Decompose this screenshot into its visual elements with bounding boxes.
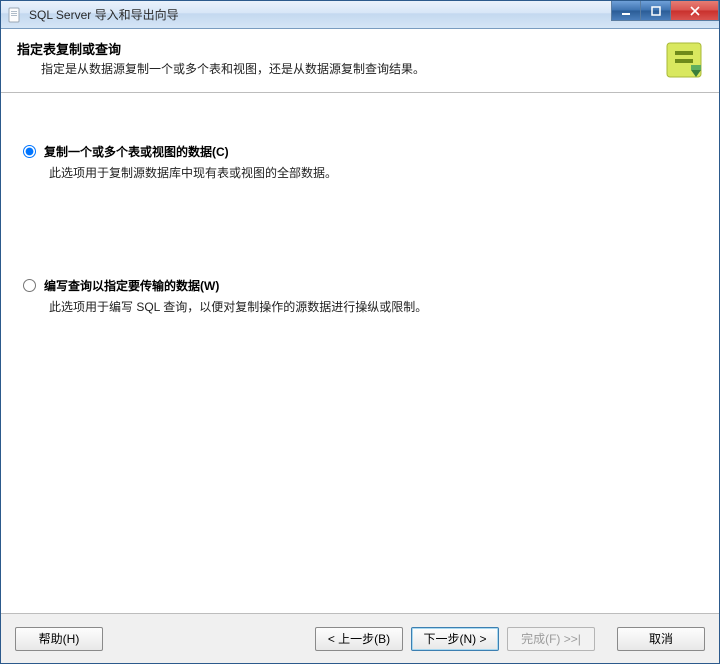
option-write-query: 编写查询以指定要传输的数据(W) 此选项用于编写 SQL 查询，以便对复制操作的… bbox=[23, 277, 697, 315]
option-copy-tables: 复制一个或多个表或视图的数据(C) 此选项用于复制源数据库中现有表或视图的全部数… bbox=[23, 143, 697, 181]
option-copy-label: 复制一个或多个表或视图的数据(C) bbox=[44, 143, 229, 160]
option-query-desc: 此选项用于编写 SQL 查询，以便对复制操作的源数据进行操纵或限制。 bbox=[49, 298, 697, 315]
option-query-row[interactable]: 编写查询以指定要传输的数据(W) bbox=[23, 277, 697, 294]
option-query-label: 编写查询以指定要传输的数据(W) bbox=[44, 277, 219, 294]
back-button[interactable]: < 上一步(B) bbox=[315, 627, 403, 651]
titlebar: SQL Server 导入和导出向导 bbox=[1, 1, 719, 29]
help-button[interactable]: 帮助(H) bbox=[15, 627, 103, 651]
close-button[interactable] bbox=[671, 1, 719, 21]
next-button[interactable]: 下一步(N) > bbox=[411, 627, 499, 651]
wizard-icon bbox=[661, 37, 707, 83]
minimize-button[interactable] bbox=[611, 1, 641, 21]
wizard-window: SQL Server 导入和导出向导 指定表复制或查询 指定是从数据源复制一个或… bbox=[0, 0, 720, 664]
finish-button: 完成(F) >>| bbox=[507, 627, 595, 651]
window-title: SQL Server 导入和导出向导 bbox=[29, 6, 179, 23]
cancel-button[interactable]: 取消 bbox=[617, 627, 705, 651]
content-area: 复制一个或多个表或视图的数据(C) 此选项用于复制源数据库中现有表或视图的全部数… bbox=[1, 93, 719, 613]
window-controls bbox=[611, 1, 719, 21]
wizard-header: 指定表复制或查询 指定是从数据源复制一个或多个表和视图，还是从数据源复制查询结果… bbox=[1, 29, 719, 93]
maximize-button[interactable] bbox=[641, 1, 671, 21]
option-copy-row[interactable]: 复制一个或多个表或视图的数据(C) bbox=[23, 143, 697, 160]
button-bar: 帮助(H) < 上一步(B) 下一步(N) > 完成(F) >>| 取消 bbox=[1, 613, 719, 663]
page-title: 指定表复制或查询 bbox=[17, 39, 703, 58]
option-copy-desc: 此选项用于复制源数据库中现有表或视图的全部数据。 bbox=[49, 164, 697, 181]
page-description: 指定是从数据源复制一个或多个表和视图，还是从数据源复制查询结果。 bbox=[41, 60, 703, 77]
app-icon bbox=[7, 7, 23, 23]
radio-copy-tables[interactable] bbox=[23, 145, 36, 158]
radio-write-query[interactable] bbox=[23, 279, 36, 292]
